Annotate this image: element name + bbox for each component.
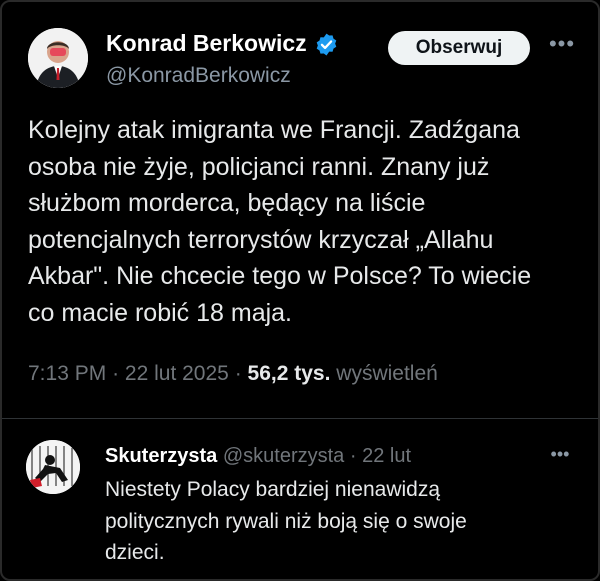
more-options-icon[interactable]: ••• xyxy=(547,445,573,467)
tweet-text-line: Kolejny atak imigranta we Francji. Zadźg… xyxy=(28,116,520,144)
reply-text-line: politycznych rywali niż boją się o swoje xyxy=(105,509,467,533)
author-handle[interactable]: @KonradBerkowicz xyxy=(106,64,291,88)
tweet-time[interactable]: 7:13 PM xyxy=(28,362,106,385)
tweet-text-line: Akbar". Nie chcecie tego w Polsce? To wi… xyxy=(28,262,532,290)
meta-separator: · xyxy=(234,362,242,385)
tweet-text-line: osoba nie żyje, policjanci ranni. Znany … xyxy=(28,152,490,181)
author-avatar[interactable] xyxy=(28,28,88,88)
views-count: 56,2 tys. xyxy=(247,362,331,385)
tweet-text-line: co macie robić 18 maja. xyxy=(28,298,293,327)
reply-text-line: dzieci. xyxy=(105,541,165,564)
tweet-date[interactable]: 22 lut 2025 xyxy=(125,362,229,385)
reply-header: Skuterzysta @skuterzysta · 22 lut xyxy=(105,445,411,468)
reply-separator: · xyxy=(349,445,357,467)
more-options-icon[interactable]: ••• xyxy=(547,33,577,59)
tweet-screenshot: Konrad Berkowicz @KonradBerkowicz Obserw… xyxy=(0,0,600,581)
reply-date[interactable]: 22 lut xyxy=(362,445,411,467)
divider xyxy=(2,418,598,419)
tweet-text-line: potencjalnych terrorystów krzyczał „Alla… xyxy=(28,225,494,254)
reply-text: Niestety Polacy bardziej nienawidzą poli… xyxy=(105,474,575,569)
views-label: wyświetleń xyxy=(336,362,438,385)
reply-author-name[interactable]: Skuterzysta xyxy=(105,445,217,467)
tweet-text: Kolejny atak imigranta we Francji. Zadźg… xyxy=(28,112,588,331)
reply-text-line: Niestety Polacy bardziej nienawidzą xyxy=(105,478,441,501)
verified-badge-icon xyxy=(316,33,337,56)
tweet-text-line: służbom morderca, będący na liście xyxy=(28,189,426,217)
tweet-metadata: 7:13 PM · 22 lut 2025 · 56,2 tys. wyświe… xyxy=(28,362,438,386)
follow-button[interactable]: Obserwuj xyxy=(388,31,530,65)
reply-author-handle[interactable]: @skuterzysta xyxy=(223,445,344,467)
meta-separator: · xyxy=(112,362,120,385)
profile-photo-icon xyxy=(28,28,88,88)
author-display-name[interactable]: Konrad Berkowicz xyxy=(106,30,307,57)
reply-author-avatar[interactable] xyxy=(26,440,80,494)
profile-photo-icon xyxy=(26,440,80,494)
